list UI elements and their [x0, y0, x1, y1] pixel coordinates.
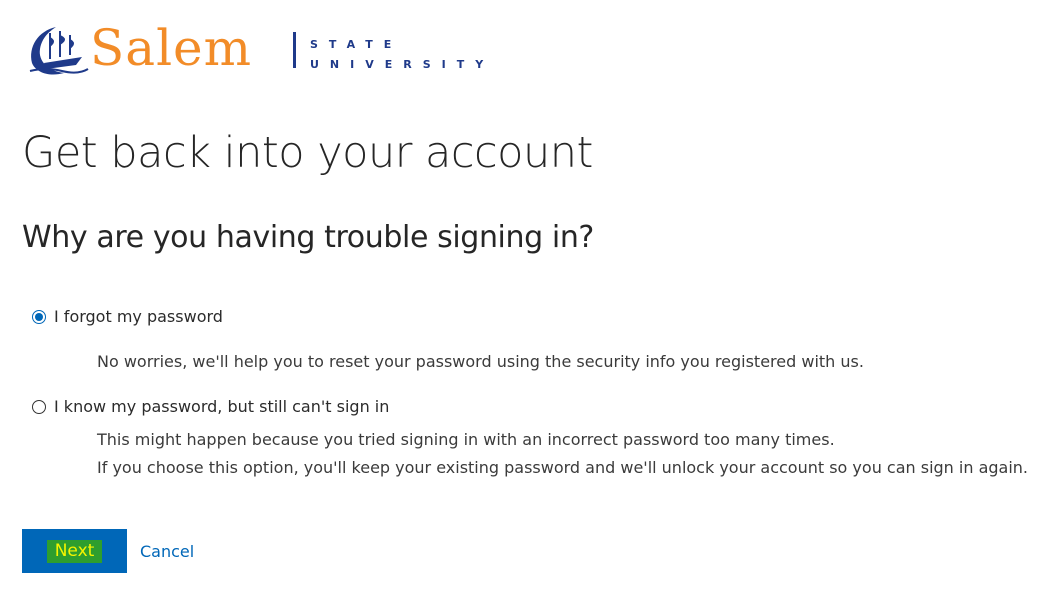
option-forgot-password[interactable]: I forgot my password	[32, 307, 223, 326]
cancel-link[interactable]: Cancel	[140, 542, 194, 561]
option-description-cant-sign-in-line2: If you choose this option, you'll keep y…	[97, 458, 1029, 477]
logo-wordmark: Salem	[90, 19, 253, 77]
next-button[interactable]: Next	[22, 529, 127, 573]
page-title: Get back into your account	[22, 128, 593, 178]
option-label-cant-sign-in[interactable]: I know my password, but still can't sign…	[54, 397, 389, 416]
logo-divider	[293, 32, 296, 68]
radio-cant-sign-in[interactable]	[32, 399, 46, 414]
option-description-forgot-password: No worries, we'll help you to reset your…	[97, 352, 864, 371]
radio-forgot-password[interactable]	[32, 309, 46, 324]
page-subtitle: Why are you having trouble signing in?	[22, 220, 594, 255]
radio-selected-dot	[35, 312, 43, 321]
next-button-label: Next	[46, 539, 103, 563]
logo-university-text: UNIVERSITY	[310, 58, 495, 71]
password-reset-page: Salem STATE UNIVERSITY Get back into you…	[0, 0, 1051, 595]
ship-icon	[29, 27, 89, 75]
option-cant-sign-in[interactable]: I know my password, but still can't sign…	[32, 397, 389, 416]
logo-state-text: STATE	[310, 38, 403, 51]
option-description-cant-sign-in-line1: This might happen because you tried sign…	[97, 430, 835, 449]
option-label-forgot-password[interactable]: I forgot my password	[54, 307, 223, 326]
